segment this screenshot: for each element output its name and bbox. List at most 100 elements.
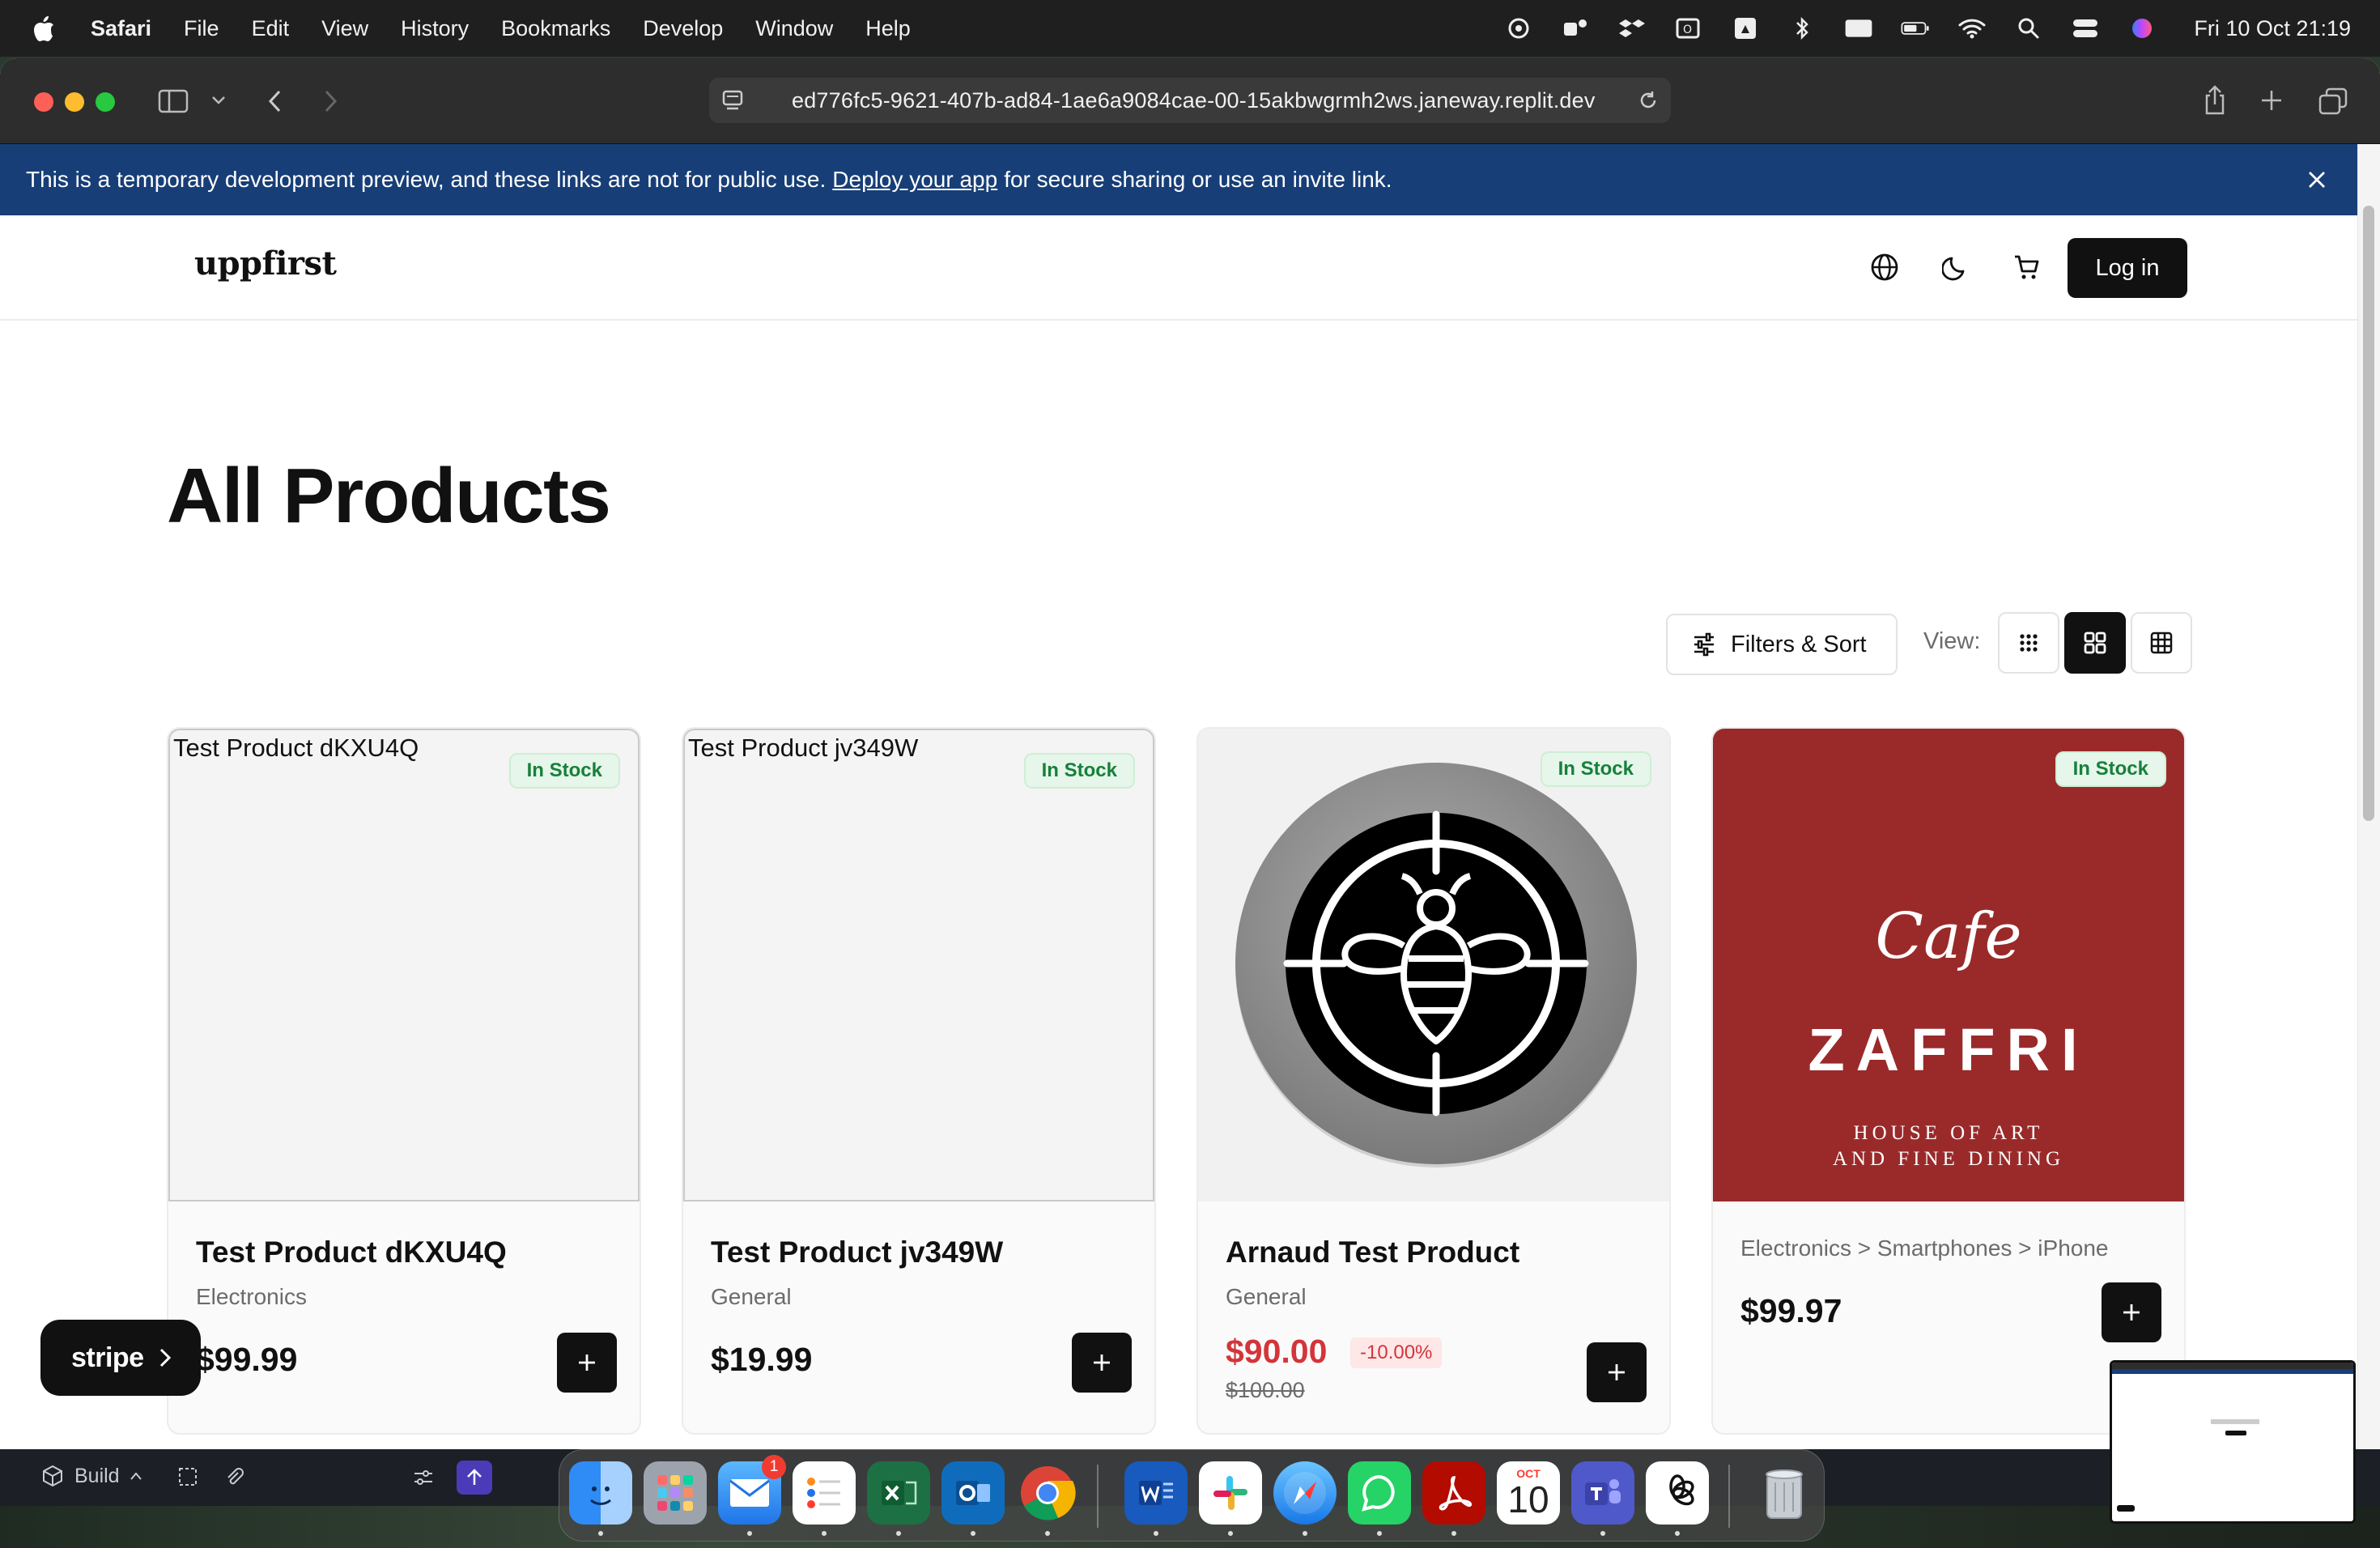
site-logo[interactable]: uppfirst (194, 245, 337, 283)
menu-view[interactable]: View (321, 16, 368, 41)
add-to-cart-button[interactable] (557, 1333, 617, 1393)
control-center-icon[interactable] (2071, 15, 2100, 41)
scrollbar-thumb[interactable] (2363, 206, 2374, 821)
product-card[interactable]: Test Product jv349W In Stock Test Produc… (682, 727, 1156, 1435)
drive-status-icon[interactable] (1731, 15, 1760, 41)
back-icon[interactable] (262, 87, 287, 115)
safari-icon[interactable] (1273, 1461, 1337, 1525)
moon-icon[interactable] (1935, 246, 1977, 288)
wifi-icon[interactable] (1957, 15, 1987, 41)
view-small-grid-button[interactable] (1998, 612, 2059, 674)
reminders-icon[interactable] (793, 1461, 856, 1525)
page-scrollbar[interactable] (2357, 144, 2380, 1449)
forward-icon[interactable] (319, 87, 343, 115)
dropbox-status-icon[interactable] (1617, 15, 1647, 41)
menu-window[interactable]: Window (755, 16, 833, 41)
reload-icon[interactable] (1635, 87, 1661, 113)
close-icon[interactable] (2301, 164, 2333, 196)
url-text[interactable]: ed776fc5-9621-407b-ad84-1ae6a9084cae-00-… (792, 88, 1596, 113)
dock-separator (1097, 1465, 1099, 1528)
tab-overview-icon[interactable] (2317, 86, 2349, 117)
stock-badge: In Stock (508, 753, 620, 789)
word-icon[interactable] (1124, 1461, 1188, 1525)
attach-icon[interactable] (222, 1465, 246, 1494)
product-name[interactable]: Test Product dKXU4Q (196, 1235, 507, 1269)
dock-separator (1728, 1465, 1730, 1528)
select-area-icon[interactable] (176, 1465, 201, 1494)
chrome-icon[interactable] (1016, 1461, 1079, 1525)
page-settings-icon[interactable] (720, 87, 746, 113)
view-medium-grid-button[interactable] (2064, 612, 2126, 674)
slack-icon[interactable] (1199, 1461, 1262, 1525)
zoom-window-button[interactable] (96, 92, 115, 112)
discount-badge: -10.00% (1350, 1337, 1443, 1368)
table-grid-icon (2150, 632, 2173, 654)
add-to-cart-button[interactable] (1072, 1333, 1132, 1393)
bee-target-logo (1235, 763, 1637, 1167)
plus-icon (1609, 1364, 1625, 1380)
launchpad-icon[interactable] (644, 1461, 707, 1525)
sidebar-toggle-icon[interactable] (157, 87, 189, 115)
add-to-cart-button[interactable] (2102, 1282, 2161, 1342)
excel-icon[interactable] (867, 1461, 930, 1525)
new-tab-icon[interactable] (2257, 86, 2286, 115)
chatgpt-icon[interactable] (1646, 1461, 1709, 1525)
login-button[interactable]: Log in (2068, 238, 2187, 298)
product-card[interactable]: Cafe ZAFFRI HOUSE OF ART AND FINE DINING… (1711, 727, 2186, 1435)
menu-history[interactable]: History (401, 16, 469, 41)
input-source-icon[interactable] (1844, 15, 1873, 41)
filters-sort-button[interactable]: Filters & Sort (1666, 614, 1898, 675)
plus-icon (2123, 1304, 2140, 1320)
mail-icon[interactable]: 1 (718, 1455, 786, 1525)
cart-icon[interactable] (2006, 246, 2048, 288)
menu-file[interactable]: File (184, 16, 219, 41)
siri-icon[interactable] (2127, 15, 2157, 41)
product-card[interactable]: In Stock Arnaud Test Product General $90… (1196, 727, 1671, 1435)
menu-app-name[interactable]: Safari (91, 16, 151, 41)
product-image[interactable]: In Stock (1198, 729, 1669, 1201)
teams-icon[interactable] (1571, 1461, 1634, 1525)
running-indicator (1045, 1531, 1050, 1536)
add-to-cart-button[interactable] (1587, 1342, 1647, 1402)
share-icon[interactable] (2199, 83, 2231, 118)
product-name[interactable]: Test Product jv349W (711, 1235, 1003, 1269)
apple-icon[interactable] (32, 15, 55, 42)
chevron-down-icon[interactable] (209, 91, 228, 110)
outlook-icon[interactable] (941, 1461, 1005, 1525)
menu-help[interactable]: Help (865, 16, 911, 41)
deploy-app-link[interactable]: Deploy your app (832, 167, 997, 193)
product-image[interactable]: Cafe ZAFFRI HOUSE OF ART AND FINE DINING… (1713, 729, 2184, 1201)
product-name[interactable]: Arnaud Test Product (1226, 1235, 1519, 1269)
build-selector[interactable]: Build (40, 1464, 142, 1488)
finder-icon[interactable] (569, 1461, 632, 1525)
send-button[interactable] (457, 1461, 492, 1495)
menubar-clock[interactable]: Fri 10 Oct 21:19 (2194, 16, 2351, 41)
globe-icon[interactable] (1864, 246, 1906, 288)
stripe-badge[interactable]: stripe (40, 1320, 201, 1396)
view-table-button[interactable] (2131, 612, 2192, 674)
close-window-button[interactable] (34, 92, 53, 112)
product-card[interactable]: Test Product dKXU4Q In Stock Test Produc… (167, 727, 641, 1435)
menu-edit[interactable]: Edit (252, 16, 290, 41)
sale-price: $90.00 (1226, 1333, 1328, 1370)
calendar-icon[interactable]: OCT 10 (1497, 1461, 1560, 1525)
product-image[interactable]: Test Product jv349W In Stock (683, 729, 1154, 1201)
acrobat-icon[interactable] (1422, 1461, 1485, 1525)
chatgpt-status-icon[interactable] (1504, 15, 1533, 41)
product-price: $99.97 (1740, 1292, 1842, 1329)
battery-icon[interactable] (1901, 15, 1930, 41)
whatsapp-icon[interactable] (1348, 1461, 1411, 1525)
menu-develop[interactable]: Develop (643, 16, 723, 41)
screenshot-thumbnail[interactable] (2110, 1360, 2356, 1524)
spotlight-search-icon[interactable] (2014, 15, 2043, 41)
teams-status-icon[interactable] (1561, 15, 1590, 41)
menu-bookmarks[interactable]: Bookmarks (501, 16, 610, 41)
outlook-status-icon[interactable]: O (1674, 15, 1703, 41)
product-image[interactable]: Test Product dKXU4Q In Stock (168, 729, 640, 1201)
minimize-window-button[interactable] (65, 92, 84, 112)
bluetooth-icon[interactable] (1787, 15, 1817, 41)
address-bar[interactable]: ed776fc5-9621-407b-ad84-1ae6a9084cae-00-… (709, 78, 1671, 123)
settings-sliders-icon[interactable] (411, 1465, 436, 1494)
thumbnail-badge (2117, 1505, 2135, 1512)
trash-icon[interactable] (1753, 1461, 1816, 1525)
